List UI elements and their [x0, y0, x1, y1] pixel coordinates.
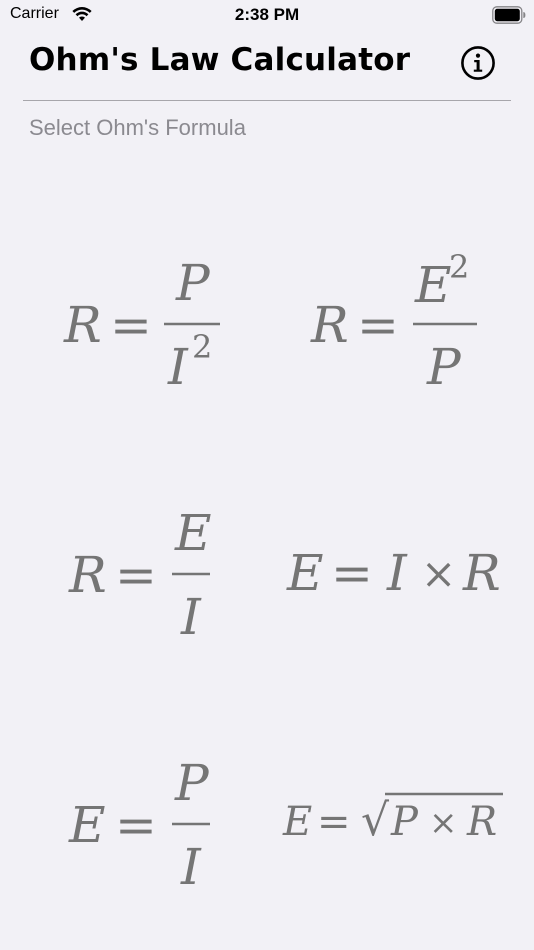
formula-e-i-times-r[interactable]: E = I × R [283, 500, 513, 645]
formula-graphic: E = √ P × R [282, 792, 503, 846]
formula-equals: = [110, 296, 152, 354]
formula-exponent: 2 [192, 328, 212, 366]
formula-r-e-squared-over-p[interactable]: R = E 2 P [307, 248, 487, 396]
section-subtitle: Select Ohm's Formula [29, 115, 246, 140]
formula-operand-b: R [466, 799, 497, 845]
formula-lhs: R [63, 296, 102, 354]
formula-equals: = [317, 799, 351, 845]
formula-equals: = [115, 546, 157, 604]
formula-denominator: I [180, 588, 202, 646]
page-title: Ohm's Law Calculator [29, 42, 411, 78]
battery-icon [492, 6, 526, 24]
formula-times: × [421, 549, 456, 598]
formula-numerator: P [175, 254, 211, 312]
formula-lhs: R [310, 296, 349, 354]
formula-equals: = [115, 796, 157, 854]
formula-r-p-over-i-squared[interactable]: R = P I 2 [60, 250, 230, 396]
header-divider [23, 100, 511, 101]
formula-numerator: E [174, 504, 212, 562]
formula-denominator: I [167, 338, 189, 396]
formula-lhs: R [68, 546, 107, 604]
formula-equals: = [331, 544, 373, 602]
formula-exponent: 2 [449, 248, 469, 286]
formula-lhs: E [286, 544, 324, 602]
formula-e-sqrt-p-times-r[interactable]: E = √ P × R [281, 775, 516, 865]
clock: 2:38 PM [234, 5, 300, 24]
formula-graphic: E = P I [68, 754, 210, 896]
formula-equals: = [357, 296, 399, 354]
formula-graphic: R = P I 2 [63, 254, 220, 396]
formula-numerator: P [174, 754, 210, 812]
formula-lhs: E [282, 799, 312, 845]
formula-denominator: I [180, 838, 202, 896]
formula-lhs: E [68, 796, 106, 854]
formula-graphic: R = E 2 P [310, 248, 477, 396]
formula-times: × [429, 803, 458, 843]
formula-numerator: E [414, 256, 452, 314]
formula-graphic: R = E I [68, 504, 212, 646]
formula-operand-a: P [390, 799, 419, 845]
formula-graphic: E = I × R [286, 544, 501, 602]
status-bar: Carrier 2:38 PM [0, 0, 534, 30]
sqrt-radical: √ [361, 795, 390, 846]
info-circle-icon [461, 46, 495, 80]
info-button[interactable] [460, 45, 496, 81]
formula-denominator: P [426, 338, 462, 396]
formula-operand-b: R [462, 544, 501, 602]
formula-operand-a: I [386, 544, 408, 602]
formula-r-e-over-i[interactable]: R = E I [65, 500, 225, 646]
formula-e-p-over-i[interactable]: E = P I [65, 750, 225, 896]
